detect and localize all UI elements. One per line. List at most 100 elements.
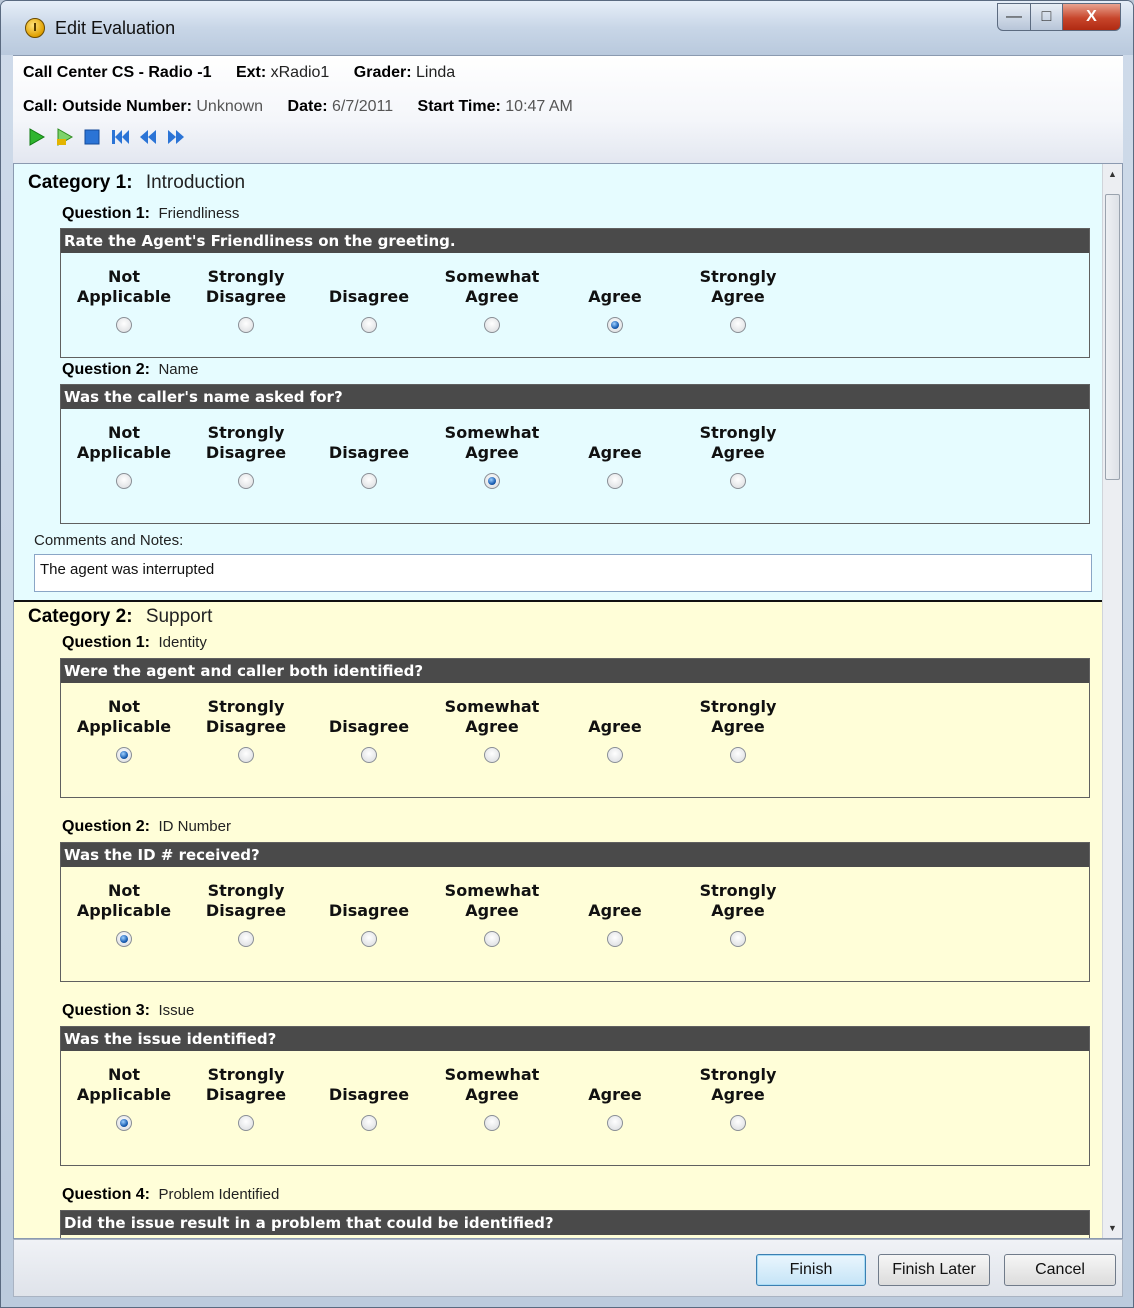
rating-radio-button[interactable]	[730, 931, 746, 947]
rating-options: Not Applicable Strongly Disagree Disagree Som…	[61, 683, 1089, 821]
rating-option[interactable]: Disagree	[309, 423, 429, 489]
stop-icon[interactable]	[81, 126, 103, 148]
rating-radio-button[interactable]	[361, 931, 377, 947]
play-selection-icon[interactable]	[53, 126, 75, 148]
rating-radio-button[interactable]	[607, 473, 623, 489]
rating-radio-button[interactable]	[116, 317, 132, 333]
question-box: Rate the Agent's Friendliness on the gre…	[60, 228, 1090, 358]
rating-option[interactable]: Agree	[555, 1065, 675, 1131]
rating-option[interactable]: Disagree	[309, 1065, 429, 1131]
window-title: Edit Evaluation	[55, 17, 176, 38]
comments-input[interactable]: The agent was interrupted	[34, 554, 1092, 592]
category-title: Category 1: Introduction	[28, 172, 245, 194]
rating-radio-button[interactable]	[361, 473, 377, 489]
question-name: Issue	[158, 1002, 195, 1019]
rating-radio-button[interactable]	[484, 1115, 500, 1131]
rating-option-label: Somewhat Agree	[432, 1065, 552, 1105]
rating-option[interactable]: Strongly Disagree	[186, 267, 306, 333]
rating-radio-button[interactable]	[730, 1115, 746, 1131]
rating-radio-button[interactable]	[607, 1115, 623, 1131]
rating-radio-button[interactable]	[238, 931, 254, 947]
rating-option-label-line: Not	[107, 697, 141, 716]
rating-option-label-line: Agree	[465, 443, 519, 462]
rating-radio-button[interactable]	[116, 747, 132, 763]
question-name: Friendliness	[158, 205, 240, 222]
rating-option[interactable]: Strongly Agree	[678, 1065, 798, 1131]
close-button[interactable]: X	[1063, 3, 1121, 31]
rating-radio-button[interactable]	[116, 1115, 132, 1131]
minimize-button[interactable]: —	[997, 3, 1031, 31]
maximize-button[interactable]: □	[1031, 3, 1063, 31]
rating-option[interactable]: Agree	[555, 423, 675, 489]
category-label: Category 2:	[28, 606, 133, 627]
rating-radio-button[interactable]	[361, 1115, 377, 1131]
rewind-icon[interactable]	[137, 126, 159, 148]
finish-button[interactable]: Finish	[756, 1254, 866, 1286]
title-bar[interactable]: Edit Evaluation — □ X	[1, 1, 1133, 55]
rating-option[interactable]: Strongly Disagree	[186, 423, 306, 489]
rating-radio-button[interactable]	[238, 473, 254, 489]
rating-option[interactable]: Not Applicable	[64, 697, 184, 763]
rating-option-label-line: Agree	[588, 287, 642, 306]
rating-option-label: Agree	[555, 1065, 675, 1105]
rating-option[interactable]: Strongly Disagree	[186, 881, 306, 947]
rating-option[interactable]: Strongly Agree	[678, 267, 798, 333]
rating-option-label: Disagree	[309, 697, 429, 737]
question-text: Were the agent and caller both identifie…	[61, 659, 1089, 683]
rating-radio-button[interactable]	[361, 317, 377, 333]
rating-radio-button[interactable]	[730, 747, 746, 763]
rating-radio-button[interactable]	[730, 473, 746, 489]
scroll-up-arrow-icon[interactable]: ▲	[1103, 164, 1122, 184]
rating-option[interactable]: Disagree	[309, 881, 429, 947]
rating-option[interactable]: Somewhat Agree	[432, 1065, 552, 1131]
rating-option[interactable]: Strongly Agree	[678, 423, 798, 489]
play-icon[interactable]	[25, 126, 47, 148]
rating-option[interactable]: Strongly Disagree	[186, 697, 306, 763]
rating-option[interactable]: Somewhat Agree	[432, 881, 552, 947]
rating-option[interactable]: Strongly Disagree	[186, 1065, 306, 1131]
rating-radio-button[interactable]	[730, 317, 746, 333]
rating-option-label: Agree	[555, 423, 675, 463]
rating-option-label: Not Applicable	[64, 697, 184, 737]
rating-radio-button[interactable]	[607, 931, 623, 947]
scrollbar-thumb[interactable]	[1105, 194, 1120, 480]
rating-option[interactable]: Agree	[555, 881, 675, 947]
rating-radio-button[interactable]	[116, 473, 132, 489]
rating-option[interactable]: Somewhat Agree	[432, 697, 552, 763]
rating-option[interactable]: Strongly Agree	[678, 697, 798, 763]
rating-option[interactable]: Somewhat Agree	[432, 267, 552, 333]
rating-option[interactable]: Not Applicable	[64, 267, 184, 333]
rating-option-label: Strongly Agree	[678, 697, 798, 737]
rating-radio-button[interactable]	[484, 473, 500, 489]
rating-radio-button[interactable]	[116, 931, 132, 947]
rating-radio-button[interactable]	[484, 747, 500, 763]
rating-option[interactable]: Not Applicable	[64, 1065, 184, 1131]
minimize-icon: —	[1006, 8, 1022, 25]
rating-option[interactable]: Strongly Agree	[678, 881, 798, 947]
rating-radio-button[interactable]	[484, 317, 500, 333]
fast-forward-icon[interactable]	[165, 126, 187, 148]
skip-to-start-icon[interactable]	[109, 126, 131, 148]
rating-option[interactable]: Not Applicable	[64, 881, 184, 947]
rating-option-label-line: Disagree	[205, 1085, 287, 1104]
rating-option[interactable]: Agree	[555, 267, 675, 333]
rating-option[interactable]: Disagree	[309, 697, 429, 763]
finish-later-button[interactable]: Finish Later	[878, 1254, 990, 1286]
rating-radio-button[interactable]	[238, 1115, 254, 1131]
rating-option[interactable]: Somewhat Agree	[432, 423, 552, 489]
rating-option[interactable]: Agree	[555, 697, 675, 763]
rating-option-label-line: Strongly	[207, 267, 285, 286]
rating-radio-button[interactable]	[607, 747, 623, 763]
vertical-scrollbar[interactable]: ▲ ▼	[1102, 164, 1122, 1238]
rating-radio-button[interactable]	[361, 747, 377, 763]
rating-radio-button[interactable]	[484, 931, 500, 947]
question-box: Was the ID # received? Not Applicable Stro…	[60, 842, 1090, 982]
scroll-down-arrow-icon[interactable]: ▼	[1103, 1218, 1122, 1238]
rating-radio-button[interactable]	[238, 317, 254, 333]
rating-radio-button[interactable]	[607, 317, 623, 333]
rating-radio-button[interactable]	[238, 747, 254, 763]
evaluation-form[interactable]: Category 1: Introduction Question 1: Fri…	[13, 163, 1123, 1239]
rating-option[interactable]: Disagree	[309, 267, 429, 333]
cancel-button[interactable]: Cancel	[1004, 1254, 1116, 1286]
rating-option[interactable]: Not Applicable	[64, 423, 184, 489]
